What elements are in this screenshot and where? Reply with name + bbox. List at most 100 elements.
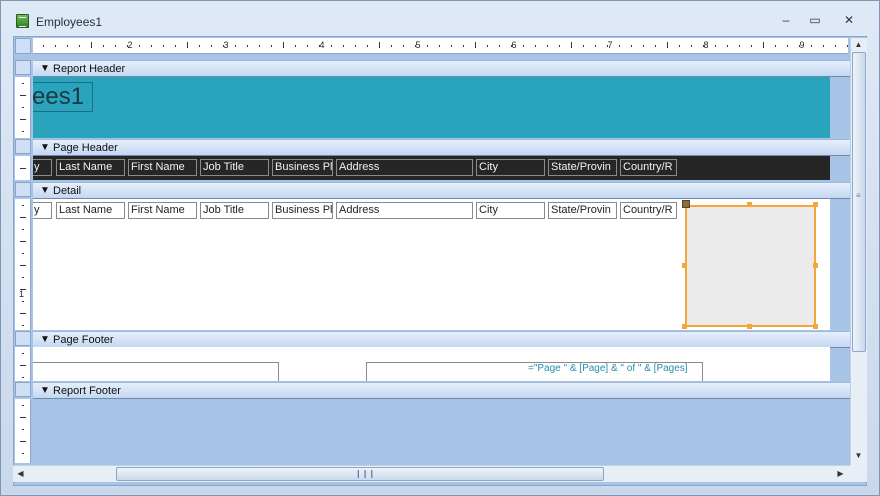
resize-handle[interactable] [813,324,818,329]
report-header-bar[interactable]: ▼ Report Header [33,60,850,77]
header-label-address[interactable]: Address [336,159,473,176]
ruler-tick [547,45,548,47]
ruler-tick [811,45,812,47]
header-label-country-region[interactable]: Country/R [620,159,677,176]
resize-handle[interactable] [747,202,752,207]
ruler-tick [571,42,572,48]
title-bar[interactable]: Employees1 – ▭ ✕ [1,1,879,37]
resize-handle[interactable] [682,263,687,268]
horizontal-scroll-thumb[interactable]: ❙❙❙ [116,467,604,481]
page-header-bar[interactable]: ▼ Page Header [33,139,850,156]
ruler-tick [451,45,452,47]
minimize-button[interactable]: – [775,11,797,29]
section-selector-page-footer[interactable] [15,331,31,346]
move-handle[interactable] [682,200,690,208]
ruler-tick [391,45,392,47]
ruler-tick [247,45,248,47]
header-label-first-name[interactable]: First Name [128,159,197,176]
maximize-button[interactable]: ▭ [804,11,826,29]
ruler-tick [20,217,26,218]
header-label-company[interactable]: y [33,159,52,176]
header-label-city[interactable]: City [476,159,545,176]
section-selector-page-header[interactable] [15,139,31,154]
horizontal-ruler[interactable]: 2 3 4 5 6 7 8 9 [33,38,848,54]
ruler-tick [835,45,836,47]
scroll-down-icon[interactable]: ▼ [851,451,866,460]
close-button[interactable]: ✕ [838,11,860,29]
resize-handle[interactable] [813,202,818,207]
page-footer-section[interactable]: ="Page " & [Page] & " of " & [Pages] [33,347,830,381]
header-label-business-phone[interactable]: Business Pl [272,159,333,176]
ruler-tick [22,301,24,302]
horizontal-scrollbar[interactable]: ◀ ❙❙❙ ▶ [13,465,850,482]
ruler-tick [463,45,464,47]
ruler-tick [271,45,272,47]
section-collapse-icon: ▼ [40,142,50,153]
detail-textbox-business-phone[interactable]: Business Pl [272,202,333,219]
resize-handle[interactable] [682,324,687,329]
header-label-last-name[interactable]: Last Name [56,159,125,176]
detail-textbox-first-name[interactable]: First Name [128,202,197,219]
ruler-tick [20,289,26,290]
header-label-job-title[interactable]: Job Title [200,159,269,176]
report-footer-section[interactable] [33,399,850,463]
resize-handle[interactable] [747,324,752,329]
header-label-state-province[interactable]: State/Provin [548,159,617,176]
page-footer-bar[interactable]: ▼ Page Footer [33,331,850,348]
scroll-up-icon[interactable]: ▲ [851,40,866,49]
detail-textbox-country-region[interactable]: Country/R [620,202,677,219]
ruler-tick [187,42,188,48]
detail-textbox-city[interactable]: City [476,202,545,219]
ruler-tick [643,45,644,47]
ruler-tick [583,45,584,47]
scroll-right-icon[interactable]: ▶ [833,469,848,478]
ruler-tick [427,45,428,47]
vertical-ruler-page-header[interactable] [15,156,31,180]
ruler-tick [787,45,788,47]
grip-icon: ≡ [856,191,861,200]
ruler-tick [115,45,116,47]
ruler-tick [22,353,24,354]
ruler-tick [559,45,560,47]
resize-handle[interactable] [813,263,818,268]
detail-textbox-company[interactable]: y [33,202,52,219]
detail-textbox-state-province[interactable]: State/Provin [548,202,617,219]
detail-bar[interactable]: ▼ Detail [33,182,850,199]
scroll-left-icon[interactable]: ◀ [13,469,28,478]
page-footer-date-textbox[interactable] [33,362,279,381]
ruler-number: 4 [319,40,325,50]
ruler-tick [631,45,632,47]
ruler-tick [163,45,164,47]
page-number-expression: ="Page " & [Page] & " of " & [Pages] [528,363,688,374]
ruler-tick [139,45,140,47]
section-selector-report-footer[interactable] [15,382,31,397]
section-selector-report-header[interactable] [15,60,31,75]
section-selector-detail[interactable] [15,182,31,197]
section-collapse-icon: ▼ [40,385,50,396]
ruler-tick [55,45,56,47]
vertical-ruler-detail[interactable]: 1 [15,199,31,330]
detail-textbox-address[interactable]: Address [336,202,473,219]
vertical-ruler-report-footer[interactable] [15,399,31,463]
page-header-section[interactable]: y Last Name First Name Job Title Busines… [33,156,830,180]
report-selector[interactable] [15,38,31,54]
ruler-tick [20,265,26,266]
report-title-label[interactable]: ees1 [33,82,93,112]
vertical-ruler-report-header[interactable] [15,77,31,138]
ruler-tick [823,45,824,47]
report-header-section[interactable]: ees1 [33,77,830,138]
ruler-number: 7 [607,40,613,50]
vertical-scrollbar[interactable]: ▲ ≡ ▼ [850,38,867,465]
section-collapse-icon: ▼ [40,185,50,196]
section-collapse-icon: ▼ [40,63,50,74]
ruler-tick [211,45,212,47]
detail-textbox-last-name[interactable]: Last Name [56,202,125,219]
ruler-number: 6 [511,40,517,50]
attachment-image-control[interactable] [685,205,816,327]
ruler-tick [739,45,740,47]
vertical-ruler-page-footer[interactable] [15,347,31,381]
detail-textbox-job-title[interactable]: Job Title [200,202,269,219]
ruler-tick [22,107,24,108]
report-footer-bar[interactable]: ▼ Report Footer [33,382,850,399]
vertical-scroll-thumb[interactable]: ≡ [852,52,866,352]
